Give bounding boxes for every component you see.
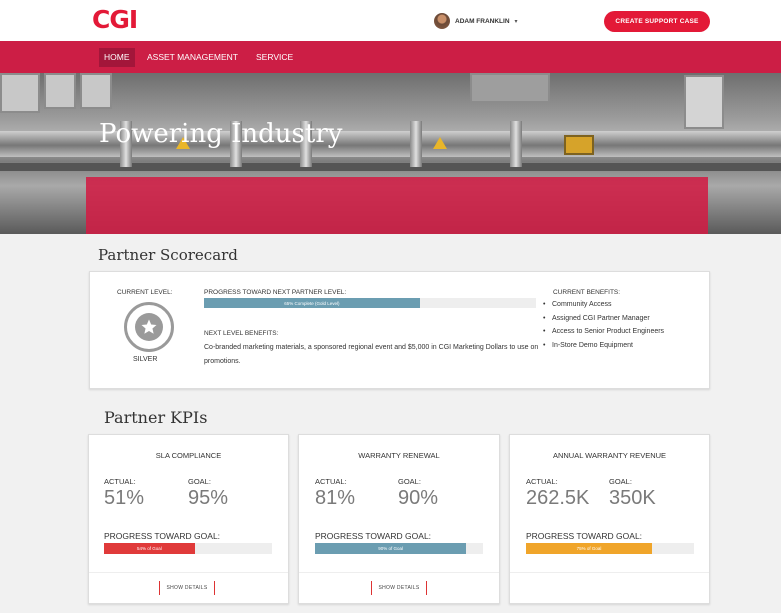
create-support-case-button[interactable]: CREATE SUPPORT CASE [604, 11, 710, 32]
chevron-down-icon: ▾ [514, 18, 518, 25]
progress-next-level-label: PROGRESS TOWARD NEXT PARTNER LEVEL: [204, 289, 347, 296]
goal-label: GOAL: [609, 477, 632, 486]
kpi-card-annual-warranty-revenue: ANNUAL WARRANTY REVENUE ACTUAL: GOAL: 26… [509, 434, 710, 604]
kpi-card-sla-compliance: SLA COMPLIANCE ACTUAL: GOAL: 51% 95% PRO… [88, 434, 289, 604]
goal-value: 90% [398, 487, 439, 509]
kpi-progress-fill: 75% of Goal [526, 543, 652, 554]
nav-item-service[interactable]: SERVICE [251, 48, 298, 67]
kpi-progress-bar: 90% of Goal [315, 543, 483, 554]
current-benefits-label: CURRENT BENEFITS: [553, 289, 621, 296]
scorecard-progress-fill: 65% Complete (Gold Level) [204, 298, 420, 308]
current-level-value: SILVER [133, 356, 158, 363]
list-item: Community Access [543, 298, 664, 312]
user-name: ADAM FRANKLIN [455, 17, 510, 25]
progress-toward-goal-label: PROGRESS TOWARD GOAL: [104, 531, 221, 541]
goal-label: GOAL: [188, 477, 211, 486]
goal-label: GOAL: [398, 477, 421, 486]
hero-banner-image [0, 73, 781, 234]
cgi-logo[interactable]: CGI [92, 5, 138, 34]
user-avatar [434, 13, 450, 29]
progress-toward-goal-label: PROGRESS TOWARD GOAL: [526, 531, 643, 541]
user-menu[interactable]: ADAM FRANKLIN ▾ [434, 12, 518, 30]
show-details-button[interactable]: SHOW DETAILS [159, 581, 215, 595]
hero-title-band [86, 177, 708, 234]
scorecard-progress-bar: 65% Complete (Gold Level) [204, 298, 536, 308]
next-level-benefits-label: NEXT LEVEL BENEFITS: [204, 330, 279, 337]
progress-toward-goal-label: PROGRESS TOWARD GOAL: [315, 531, 432, 541]
actual-label: ACTUAL: [104, 477, 136, 486]
current-level-label: CURRENT LEVEL: [117, 289, 173, 296]
goal-value: 95% [188, 487, 229, 509]
actual-label: ACTUAL: [315, 477, 347, 486]
kpi-progress-fill: 54% of Goal [104, 543, 195, 554]
top-bar: CGI ADAM FRANKLIN ▾ CREATE SUPPORT CASE [0, 0, 781, 41]
silver-level-badge [124, 302, 174, 352]
actual-value: 51% [104, 487, 145, 509]
actual-value: 81% [315, 487, 356, 509]
list-item: In-Store Demo Equipment [543, 339, 664, 353]
nav-item-home[interactable]: HOME [99, 48, 135, 67]
star-icon [135, 313, 163, 341]
list-item: Access to Senior Product Engineers [543, 325, 664, 339]
kpi-progress-bar: 54% of Goal [104, 543, 272, 554]
list-item: Assigned CGI Partner Manager [543, 312, 664, 326]
actual-value: 262.5K [526, 487, 590, 509]
goal-value: 350K [609, 487, 656, 509]
kpi-title: WARRANTY RENEWAL [358, 451, 440, 460]
kpi-title: ANNUAL WARRANTY REVENUE [552, 451, 667, 460]
partner-scorecard-title: Partner Scorecard [98, 246, 238, 264]
kpi-card-warranty-renewal: WARRANTY RENEWAL ACTUAL: GOAL: 81% 90% P… [298, 434, 500, 604]
hero-title: Powering Industry [99, 119, 343, 149]
current-benefits-list: Community Access Assigned CGI Partner Ma… [543, 298, 664, 352]
next-level-benefits-text: Co-branded marketing materials, a sponso… [204, 344, 539, 365]
nav-item-asset-management[interactable]: ASSET MANAGEMENT [142, 48, 243, 67]
show-details-button[interactable]: SHOW DETAILS [371, 581, 427, 595]
partner-kpis-title: Partner KPIs [104, 408, 208, 427]
main-nav: HOME ASSET MANAGEMENT SERVICE [0, 41, 781, 73]
kpi-progress-fill: 90% of Goal [315, 543, 467, 554]
actual-label: ACTUAL: [526, 477, 558, 486]
kpi-progress-bar: 75% of Goal [526, 543, 694, 554]
kpi-title: SLA COMPLIANCE [155, 451, 222, 460]
